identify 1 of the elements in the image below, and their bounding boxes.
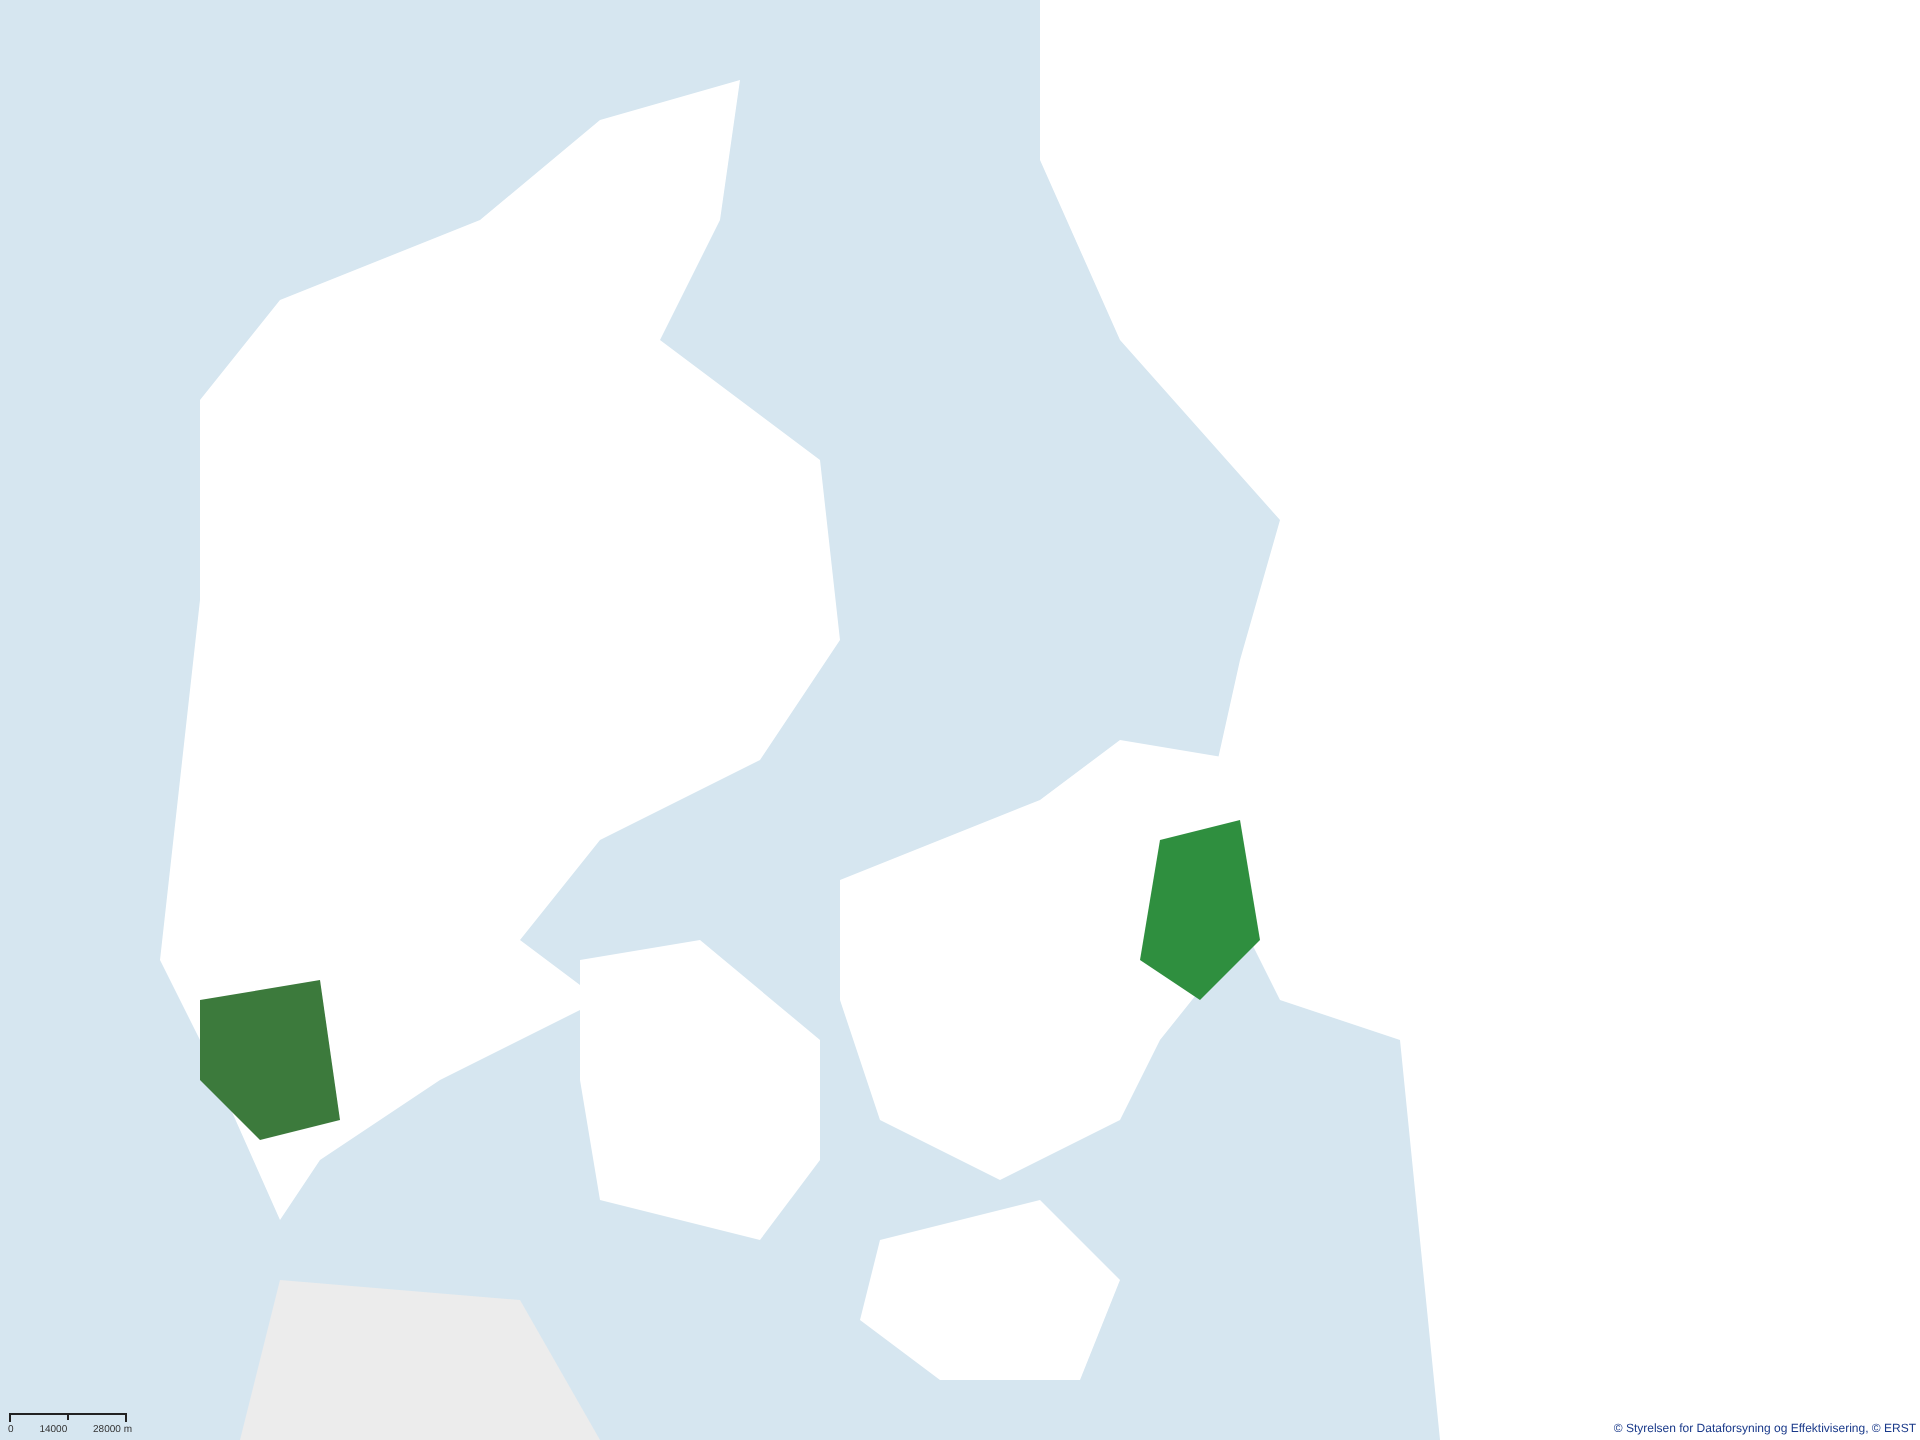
scale-bar-icon [8,1412,128,1424]
